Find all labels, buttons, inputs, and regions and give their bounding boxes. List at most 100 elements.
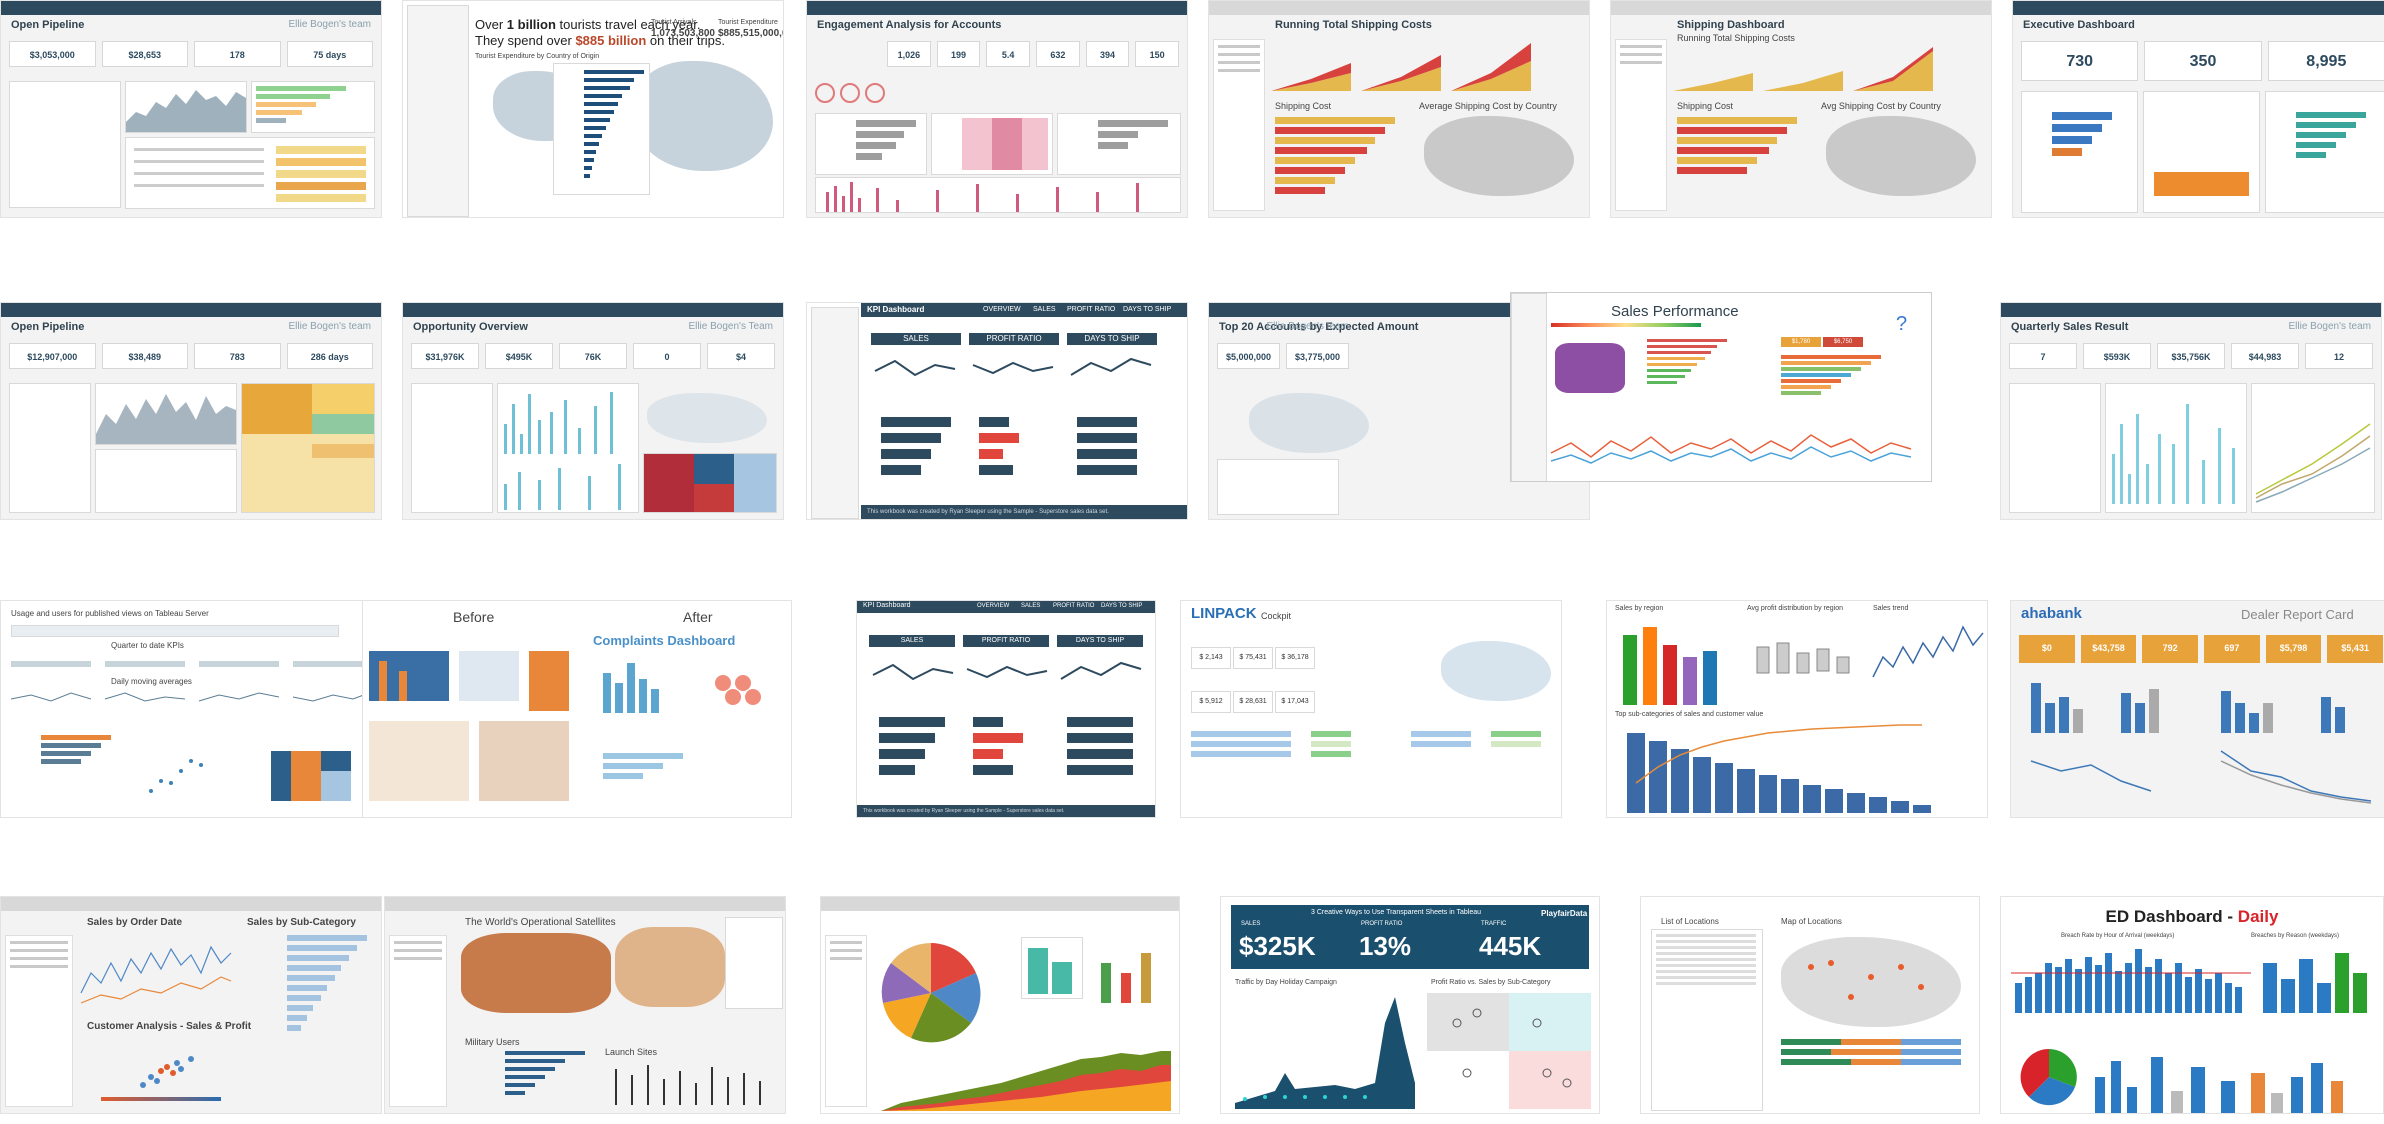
kpi-header: PROFIT RATIO (963, 635, 1049, 647)
kpi-value: $28,653 (101, 41, 188, 67)
tile-transparent-sheets[interactable]: 3 Creative Ways to Use Transparent Sheet… (1220, 896, 1600, 1114)
tile-shipping-1[interactable]: Running Total Shipping Costs Shipping Co… (1208, 0, 1590, 218)
world-map (461, 933, 611, 1013)
chart-title: Avg Shipping Cost by Country (1821, 101, 1941, 111)
table-panel (95, 449, 237, 513)
brand: PlayfairData (1541, 909, 1588, 918)
kpi-value: $31,976K (411, 343, 479, 369)
filter-panel (407, 5, 469, 217)
tile-tourism[interactable]: Over 1 billion tourists travel each year… (402, 0, 784, 218)
column-chart (815, 177, 1181, 213)
world-map (647, 393, 767, 443)
tile-subtitle: Ellie Bogen's team (1266, 321, 1349, 332)
tile-open-pipeline-1[interactable]: Open Pipeline Ellie Bogen's team $3,053,… (0, 0, 382, 218)
tile-subtitle: Cockpit (1261, 611, 1292, 621)
kpi-header: SALES (869, 635, 955, 647)
tile-kpi-dashboard-1[interactable]: KPI Dashboard OVERVIEW SALES PROFIT RATI… (806, 302, 1188, 520)
tile-title: Running Total Shipping Costs (1275, 19, 1432, 31)
bar-chart (1623, 627, 1717, 705)
kpi-value: $ 28,631 (1233, 691, 1273, 713)
chart-title: Average Shipping Cost by Country (1419, 101, 1557, 111)
chart-title: Breach Rate by Hour of Arrival (weekdays… (2061, 933, 2175, 939)
legend-value: $6,750 (1823, 337, 1863, 347)
chart-title: Traffic by Day Holiday Campaign (1235, 979, 1337, 986)
tile-title: Executive Dashboard (2023, 19, 2135, 31)
tab-sales[interactable]: SALES (1021, 603, 1040, 609)
kpi-value: $3,775,000 (1286, 343, 1349, 369)
filter-panel (411, 383, 493, 513)
bar-chart (2021, 91, 2138, 213)
tile-locations[interactable]: List of Locations Map of Locations (1640, 896, 1980, 1114)
tab-sales[interactable]: SALES (1033, 306, 1056, 313)
tab-overview[interactable]: OVERVIEW (983, 306, 1021, 313)
kpi-value: 783 (194, 343, 281, 369)
title-bar (2013, 1, 2384, 15)
kpi-value: $5,798 (2265, 635, 2322, 663)
tile-kpi-dashboard-2[interactable]: KPI Dashboard OVERVIEW SALES PROFIT RATI… (856, 600, 1156, 818)
footer-note: This workbook was created by Ryan Sleepe… (857, 805, 1155, 817)
tab-profit-ratio[interactable]: PROFIT RATIO (1053, 603, 1094, 609)
help-icon[interactable]: ? (1896, 313, 1907, 336)
tile-subtitle: Ellie Bogen's Team (688, 321, 773, 332)
chart-title: Sales by Sub-Category (247, 917, 356, 928)
tile-usage[interactable]: Usage and users for published views on T… (0, 600, 382, 818)
bar-charts (879, 717, 1133, 775)
kpi-value: $3,053,000 (9, 41, 96, 67)
kpi-value: 286 days (286, 343, 373, 369)
kpi-value: $ 75,431 (1233, 647, 1273, 669)
tile-title: Opportunity Overview (413, 321, 528, 333)
bar-chart (815, 113, 927, 175)
tab-days-to-ship[interactable]: DAYS TO SHIP (1101, 603, 1142, 609)
tile-satellites[interactable]: The World's Operational Satellites Milit… (384, 896, 786, 1114)
area-chart (95, 383, 237, 445)
filter-sidebar (389, 935, 447, 1107)
tab-profit-ratio[interactable]: PROFIT RATIO (1067, 306, 1115, 313)
bar-chart (1021, 937, 1083, 999)
tile-sales-region[interactable]: Sales by region Avg profit distribution … (1606, 600, 1988, 818)
title-bar (807, 1, 1187, 15)
title-bar (1611, 1, 1991, 15)
filter-panel (811, 307, 859, 519)
kpi-value: 7 (2009, 343, 2077, 369)
headline-text: Over (475, 17, 507, 32)
kpi-value: $12,907,000 (9, 343, 96, 369)
filter-bar (11, 625, 339, 637)
tile-subtitle: Ellie Bogen's team (288, 321, 371, 332)
tab-overview[interactable]: OVERVIEW (977, 603, 1009, 609)
scatter-plot (149, 759, 203, 793)
filter-sidebar (1213, 39, 1265, 211)
tile-dealer-report[interactable]: ahabank Dealer Report Card $0 $43,758 79… (2010, 600, 2384, 818)
kpi-value: $495K (485, 343, 553, 369)
treemap (643, 453, 777, 513)
chart-title: Sales trend (1873, 605, 1909, 612)
tile-title: Shipping Dashboard (1677, 19, 1785, 31)
tile-sales-performance[interactable]: Sales Performance $1,780 $6,750 ? (1510, 292, 1932, 482)
tile-sales-pie[interactable] (820, 896, 1180, 1114)
heatmap (931, 113, 1053, 175)
filter-panel (9, 383, 91, 513)
tile-engagement[interactable]: Engagement Analysis for Accounts 1,026 1… (806, 0, 1188, 218)
kpi-value: 0 (633, 343, 701, 369)
tile-before-after[interactable]: Before After Complaints Dashboard (362, 600, 792, 818)
tile-title: Usage and users for published views on T… (11, 609, 209, 618)
tile-ed-dashboard[interactable]: ED Dashboard - Daily Breach Rate by Hour… (2000, 896, 2384, 1114)
tile-linpack[interactable]: LINPACK Cockpit $ 2,143 $ 75,431 $ 36,17… (1180, 600, 1562, 818)
tile-sales-order-date[interactable]: Sales by Order Date Sales by Sub-Categor… (0, 896, 382, 1114)
table-heat (1191, 731, 1541, 757)
kpi-value: $5,000,000 (1217, 343, 1280, 369)
kpi-value: 76K (559, 343, 627, 369)
brand-logo: ahabank (2021, 605, 2082, 622)
column-chart (2263, 953, 2367, 1013)
tile-open-pipeline-2[interactable]: Open Pipeline Ellie Bogen's team $12,907… (0, 302, 382, 520)
bar-chart (1647, 339, 1727, 384)
kpi-value: $35,756K (2157, 343, 2225, 369)
tile-quarterly-sales[interactable]: Quarterly Sales Result Ellie Bogen's tea… (2000, 302, 2382, 520)
bar-chart (1677, 117, 1797, 174)
tile-executive[interactable]: Executive Dashboard 730 350 8,995 (2012, 0, 2384, 218)
tile-opportunity[interactable]: Opportunity Overview Ellie Bogen's Team … (402, 302, 784, 520)
stat-label: Tourist Arrivals (651, 19, 697, 26)
tile-shipping-2[interactable]: Shipping Dashboard Running Total Shippin… (1610, 0, 1992, 218)
title-bar (2001, 303, 2381, 317)
tab-days-to-ship[interactable]: DAYS TO SHIP (1123, 306, 1171, 313)
chart-subtitle: Running Total Shipping Costs (1677, 33, 1795, 43)
